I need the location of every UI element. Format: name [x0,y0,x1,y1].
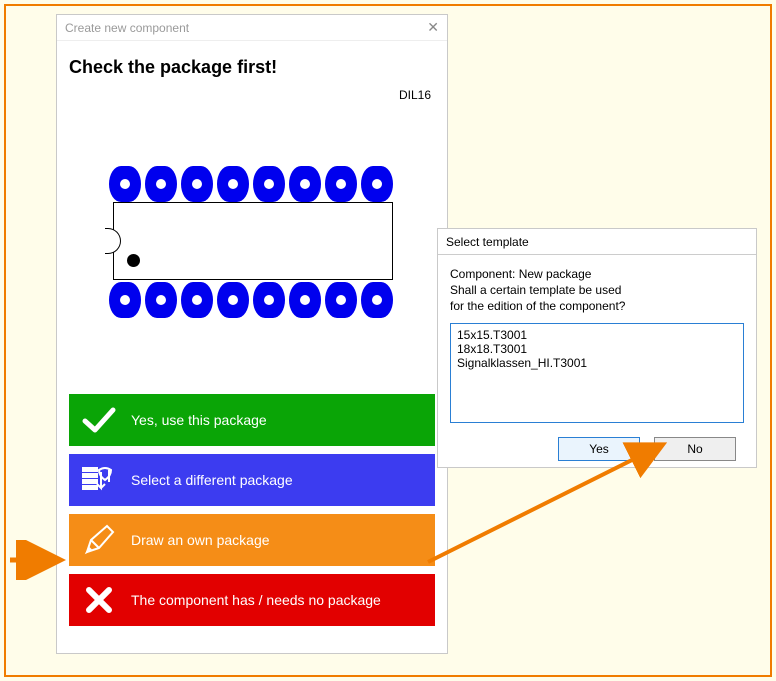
pad [217,282,249,318]
pad [109,166,141,202]
dialog-text-line: Shall a certain template be used [450,283,744,297]
list-item[interactable]: 18x18.T3001 [457,342,737,356]
pad [361,166,393,202]
cross-icon [81,582,117,618]
select-list-icon [81,462,117,498]
pad [325,166,357,202]
close-icon[interactable]: ✕ [427,19,439,36]
template-listbox[interactable]: 15x15.T3001 18x18.T3001 Signalklassen_HI… [450,323,744,423]
pad [181,166,213,202]
draw-package-label: Draw an own package [131,532,270,548]
yes-button[interactable]: Yes [558,437,640,461]
select-package-label: Select a different package [131,472,293,488]
dialog-title: Select template [446,235,748,249]
window-title: Create new component [65,21,427,35]
draw-package-button[interactable]: Draw an own package [69,514,435,566]
dialog-titlebar: Select template [438,229,756,255]
pad [325,282,357,318]
pad [145,282,177,318]
dialog-button-row: Yes No [450,437,744,461]
pad [253,166,285,202]
no-package-button[interactable]: The component has / needs no package [69,574,435,626]
pin-row-bottom [109,282,393,318]
use-package-label: Yes, use this package [131,412,267,428]
no-package-label: The component has / needs no package [131,592,381,608]
package-preview: DIL16 [69,86,435,386]
list-item[interactable]: 15x15.T3001 [457,328,737,342]
check-icon [81,402,117,438]
pad [145,166,177,202]
package-name-label: DIL16 [399,88,431,102]
chip-body [113,202,393,280]
dialog-text-line: for the edition of the component? [450,299,744,313]
pad [109,282,141,318]
page-heading: Check the package first! [69,57,435,78]
pin-row-top [109,166,393,202]
select-package-button[interactable]: Select a different package [69,454,435,506]
pad [289,282,321,318]
no-button[interactable]: No [654,437,736,461]
select-template-dialog: Select template Component: New package S… [437,228,757,468]
pad [361,282,393,318]
create-component-window: Create new component ✕ Check the package… [56,14,448,654]
pad [181,282,213,318]
pad [289,166,321,202]
dialog-text-line: Component: New package [450,267,744,281]
window-titlebar: Create new component ✕ [57,15,447,41]
use-package-button[interactable]: Yes, use this package [69,394,435,446]
pad [217,166,249,202]
pencil-icon [81,522,117,558]
pin1-marker [127,254,140,267]
pad [253,282,285,318]
list-item[interactable]: Signalklassen_HI.T3001 [457,356,737,370]
